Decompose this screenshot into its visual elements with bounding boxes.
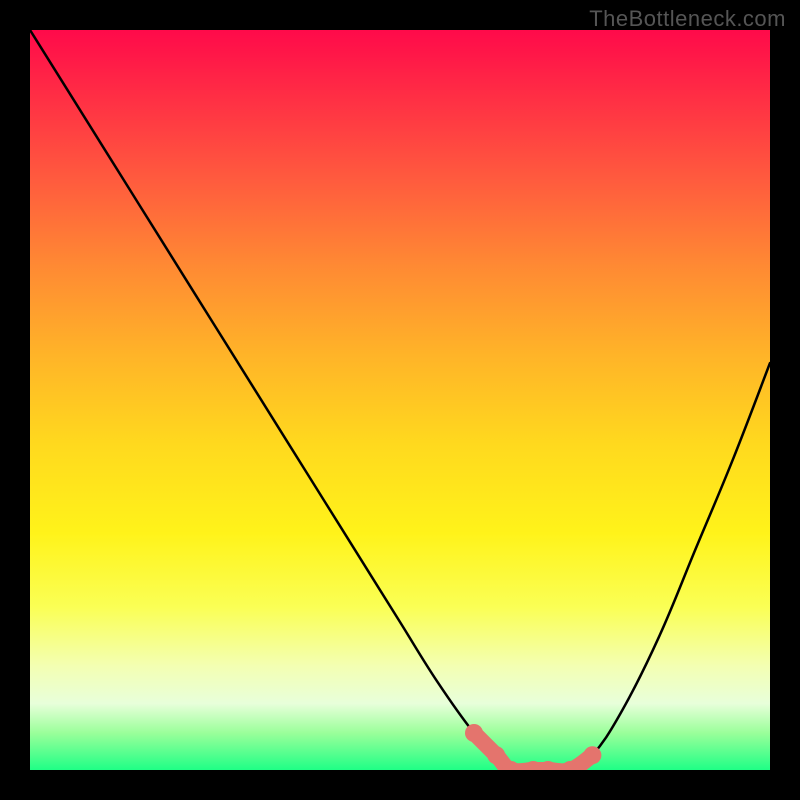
curve-svg [30,30,770,770]
valley-dot [487,746,505,764]
valley-dot [583,746,601,764]
valley-markers [465,724,601,770]
curve-path [30,30,770,770]
chart-frame: TheBottleneck.com [0,0,800,800]
watermark-label: TheBottleneck.com [589,6,786,32]
plot-area [30,30,770,770]
valley-dot [465,724,483,742]
